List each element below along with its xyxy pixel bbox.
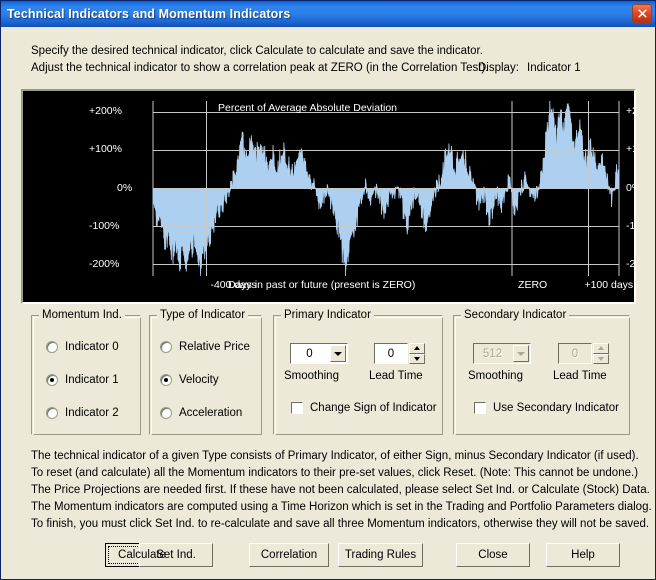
chevron-down-icon[interactable] bbox=[513, 345, 529, 362]
button-label: Help bbox=[571, 549, 595, 561]
radio-indicator-2[interactable]: Indicator 2 bbox=[46, 407, 119, 419]
radio-acceleration[interactable]: Acceleration bbox=[160, 407, 242, 419]
spinner-up-icon[interactable] bbox=[409, 343, 425, 354]
chart-title: Percent of Average Absolute Deviation bbox=[218, 102, 398, 114]
secondary-lead-time-field[interactable]: 0 bbox=[558, 343, 592, 364]
radio-label: Velocity bbox=[179, 374, 219, 386]
radio-label: Relative Price bbox=[179, 341, 250, 353]
radio-button-glyph bbox=[46, 407, 58, 419]
primary-indicator-group: Primary Indicator 0 Smoothing 0 Lead Tim… bbox=[273, 309, 443, 435]
help-line-3: The Price Projections are needed first. … bbox=[31, 484, 650, 496]
momentum-indicator-group: Momentum Ind. Indicator 0 Indicator 1 In… bbox=[31, 309, 141, 435]
dialog-client-area: Specify the desired technical indicator,… bbox=[1, 27, 655, 579]
window-title: Technical Indicators and Momentum Indica… bbox=[7, 7, 291, 21]
radio-velocity[interactable]: Velocity bbox=[160, 374, 219, 386]
checkbox-glyph bbox=[474, 402, 486, 414]
y-tick-label-left-neg200: -200% bbox=[89, 257, 120, 270]
secondary-lead-time-value: 0 bbox=[571, 347, 579, 360]
x-tick-label-minus400: -400 days bbox=[210, 279, 257, 291]
primary-lead-time-field[interactable]: 0 bbox=[374, 343, 408, 364]
checkbox-glyph bbox=[291, 402, 303, 414]
close-x-icon bbox=[637, 9, 647, 18]
y-tick-label-right-neg100: -100% bbox=[626, 219, 634, 232]
chevron-down-icon[interactable] bbox=[330, 345, 346, 362]
chart-plot-svg bbox=[152, 100, 620, 277]
secondary-group-title: Secondary Indicator bbox=[461, 309, 570, 321]
secondary-smoothing-caption: Smoothing bbox=[468, 370, 523, 382]
primary-lead-time-caption: Lead Time bbox=[369, 370, 423, 382]
indicator-chart: Percent of Average Absolute Deviation Da… bbox=[23, 91, 634, 302]
secondary-lead-time-spinner[interactable] bbox=[593, 343, 609, 364]
radio-button-glyph bbox=[160, 341, 172, 353]
radio-button-glyph bbox=[160, 407, 172, 419]
button-label: Correlation bbox=[260, 549, 318, 561]
x-tick-label-plus100: +100 days bbox=[584, 279, 634, 291]
primary-smoothing-value: 0 bbox=[306, 347, 313, 360]
primary-group-title: Primary Indicator bbox=[281, 309, 374, 321]
help-line-1: The technical indicator of a given Type … bbox=[31, 450, 639, 462]
help-line-5: To finish, you must click Set Ind. to re… bbox=[31, 518, 650, 530]
dialog-window: Technical Indicators and Momentum Indica… bbox=[0, 0, 656, 580]
display-value: Indicator 1 bbox=[527, 62, 581, 74]
instruction-line-2: Adjust the technical indicator to show a… bbox=[31, 62, 489, 74]
type-of-indicator-group: Type of Indicator Relative Price Velocit… bbox=[149, 309, 262, 435]
radio-label: Indicator 1 bbox=[65, 374, 119, 386]
instruction-line-1: Specify the desired technical indicator,… bbox=[31, 45, 483, 57]
y-tick-label-right-neg200: -200% bbox=[626, 257, 634, 270]
secondary-smoothing-combo[interactable]: 512 bbox=[473, 343, 531, 364]
radio-indicator-1[interactable]: Indicator 1 bbox=[46, 374, 119, 386]
type-group-title: Type of Indicator bbox=[157, 309, 249, 321]
indicator-chart-panel: Percent of Average Absolute Deviation Da… bbox=[21, 89, 636, 304]
spinner-down-icon[interactable] bbox=[409, 353, 425, 364]
x-tick-label-zero: ZERO bbox=[518, 279, 548, 291]
y-tick-label-left-100p: +100% bbox=[89, 143, 122, 156]
radio-indicator-0[interactable]: Indicator 0 bbox=[46, 341, 119, 353]
display-label: Display: bbox=[478, 62, 519, 74]
correlation-button[interactable]: Correlation bbox=[249, 543, 329, 567]
help-line-4: The Momentum indicators are computed usi… bbox=[31, 501, 652, 513]
secondary-lead-time-caption: Lead Time bbox=[553, 370, 607, 382]
y-tick-label-left-neg100: -100% bbox=[89, 219, 120, 232]
help-button[interactable]: Help bbox=[546, 543, 620, 567]
change-sign-checkbox[interactable]: Change Sign of Indicator bbox=[291, 402, 437, 414]
y-tick-label-left-0: 0% bbox=[117, 181, 133, 194]
trading-rules-button[interactable]: Trading Rules bbox=[338, 543, 423, 567]
radio-label: Indicator 2 bbox=[65, 407, 119, 419]
radio-button-glyph bbox=[46, 341, 58, 353]
primary-smoothing-caption: Smoothing bbox=[284, 370, 339, 382]
y-tick-label-right-0: 0% bbox=[626, 181, 634, 194]
secondary-indicator-group: Secondary Indicator 512 Smoothing 0 Lead… bbox=[453, 309, 630, 435]
primary-smoothing-combo[interactable]: 0 bbox=[290, 343, 348, 364]
button-label: Trading Rules bbox=[344, 549, 417, 561]
close-dialog-button[interactable]: Close bbox=[456, 543, 530, 567]
use-secondary-checkbox[interactable]: Use Secondary Indicator bbox=[474, 402, 619, 414]
momentum-group-title: Momentum Ind. bbox=[39, 309, 125, 321]
spinner-up-icon[interactable] bbox=[593, 343, 609, 354]
y-tick-label-left-200p: +200% bbox=[89, 105, 122, 118]
radio-label: Acceleration bbox=[179, 407, 243, 419]
spinner-down-icon[interactable] bbox=[593, 353, 609, 364]
primary-lead-time-spinner[interactable] bbox=[409, 343, 425, 364]
button-label: Set Ind. bbox=[156, 549, 196, 561]
radio-label: Indicator 0 bbox=[65, 341, 119, 353]
primary-lead-time-value: 0 bbox=[387, 347, 395, 360]
checkbox-label: Use Secondary Indicator bbox=[493, 402, 619, 414]
radio-button-glyph bbox=[160, 374, 172, 386]
radio-button-glyph bbox=[46, 374, 58, 386]
y-tick-label-right-100p: +100% bbox=[626, 143, 634, 156]
secondary-smoothing-value: 512 bbox=[482, 347, 503, 360]
radio-relative-price[interactable]: Relative Price bbox=[160, 341, 250, 353]
title-bar[interactable]: Technical Indicators and Momentum Indica… bbox=[1, 1, 655, 27]
button-label: Close bbox=[478, 549, 508, 561]
help-line-2: To reset (and calculate) all the Momentu… bbox=[31, 467, 639, 479]
close-button[interactable] bbox=[632, 4, 652, 23]
y-tick-label-right-200p: +200% bbox=[626, 105, 634, 118]
checkbox-label: Change Sign of Indicator bbox=[310, 402, 437, 414]
